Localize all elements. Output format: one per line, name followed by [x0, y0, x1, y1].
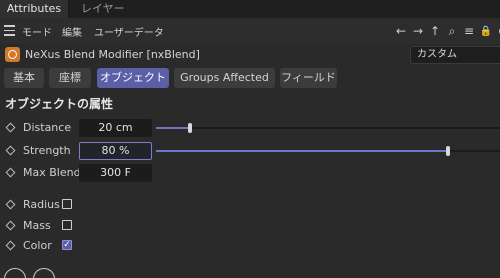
color-checkbox[interactable]: ✓ [62, 240, 72, 250]
filter-icon[interactable]: ≡ [462, 22, 476, 40]
tab-coordinates[interactable]: 座標 [49, 68, 91, 88]
mass-label: Mass [23, 219, 51, 232]
tab-fields[interactable]: フィールド [280, 68, 337, 88]
max-blend-label: Max Blend [23, 166, 81, 179]
menu-bar: モード 編集 ユーザーデータ ← → ↑ ⌕ ≡ 🔒 ⊕ [0, 18, 500, 44]
strength-label: Strength [23, 144, 71, 157]
keyframe-diamond-icon[interactable] [5, 199, 16, 210]
nexus-blend-icon [5, 47, 20, 62]
toolbar-icons: ← → ↑ ⌕ ≡ 🔒 ⊕ [394, 22, 500, 40]
panel-title-bar: Attributes レイヤー [0, 0, 500, 18]
radius-checkbox[interactable] [62, 199, 72, 209]
hamburger-menu-icon[interactable] [4, 25, 16, 37]
distance-field[interactable]: 20 cm [79, 119, 152, 137]
distance-slider[interactable] [156, 123, 500, 133]
lock-icon[interactable]: 🔒 [479, 22, 493, 40]
mode-dropdown[interactable]: カスタム [410, 46, 500, 64]
tab-basic[interactable]: 基本 [4, 68, 44, 88]
strength-field[interactable]: 80 % [79, 142, 152, 160]
search-icon[interactable]: ⌕ [445, 22, 459, 40]
keyframe-diamond-icon[interactable] [5, 122, 16, 133]
keyframe-diamond-icon[interactable] [5, 220, 16, 231]
param-mass: Mass [0, 216, 500, 236]
strength-slider-fill [156, 150, 448, 152]
back-arrow-icon[interactable]: ← [394, 22, 408, 40]
tab-groups-affected[interactable]: Groups Affected [174, 68, 275, 88]
menu-mode[interactable]: モード [22, 24, 52, 39]
add-icon[interactable]: ⊕ [496, 22, 500, 40]
keyframe-diamond-icon[interactable] [5, 167, 16, 178]
object-name: NeXus Blend Modifier [nxBlend] [25, 48, 200, 61]
distance-label: Distance [23, 121, 72, 134]
max-blend-field[interactable]: 300 F [79, 164, 152, 182]
radius-label: Radius [23, 198, 60, 211]
menu-user-data[interactable]: ユーザーデータ [94, 24, 164, 39]
menu-edit[interactable]: 編集 [62, 24, 82, 39]
add-field-icon[interactable] [4, 268, 26, 278]
color-label: Color [23, 239, 52, 252]
param-max-blend: Max Blend 300 F [0, 163, 500, 183]
tab-layers[interactable]: レイヤー [81, 0, 125, 18]
keyframe-diamond-icon[interactable] [5, 145, 16, 156]
mass-checkbox[interactable] [62, 220, 72, 230]
param-strength: Strength 80 % [0, 141, 500, 161]
up-arrow-icon[interactable]: ↑ [428, 22, 442, 40]
param-color: Color ✓ [0, 236, 500, 256]
forward-arrow-icon[interactable]: → [411, 22, 425, 40]
tab-object[interactable]: オブジェクト [97, 68, 169, 88]
tab-attributes[interactable]: Attributes [0, 0, 69, 18]
distance-slider-knob[interactable] [188, 123, 192, 133]
object-header: NeXus Blend Modifier [nxBlend] カスタム [0, 44, 500, 66]
param-radius: Radius [0, 195, 500, 215]
section-title: オブジェクトの属性 [5, 97, 114, 111]
param-distance: Distance 20 cm [0, 118, 500, 138]
distance-slider-fill [156, 127, 190, 129]
keyframe-diamond-icon[interactable] [5, 240, 16, 251]
strength-slider-knob[interactable] [446, 146, 450, 156]
strength-slider[interactable] [156, 146, 500, 156]
remove-field-icon[interactable] [33, 268, 55, 278]
